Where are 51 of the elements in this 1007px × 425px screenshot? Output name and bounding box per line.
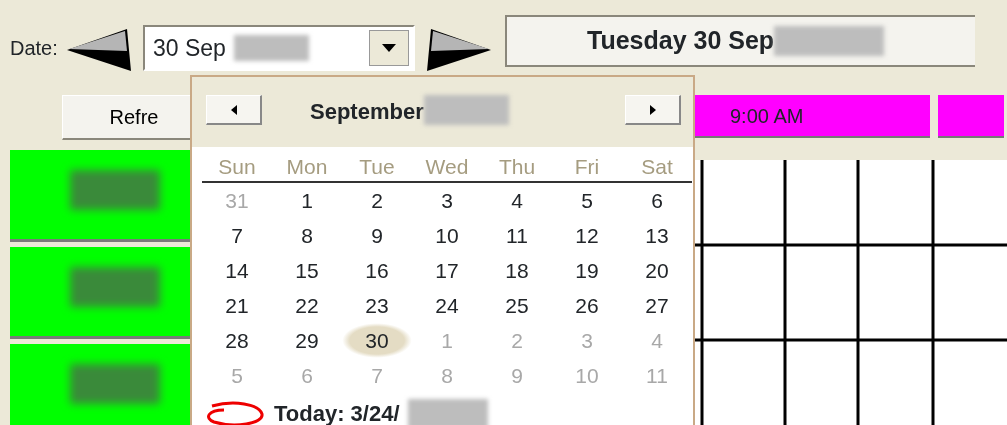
resource-row[interactable] <box>10 150 192 242</box>
calendar-day[interactable]: 18 <box>482 253 552 288</box>
day-header: Tuesday 30 Sep <box>505 15 975 67</box>
date-label: Date: <box>10 36 59 61</box>
weekday-label: Thu <box>482 151 552 183</box>
calendar-day[interactable]: 15 <box>272 253 342 288</box>
previous-month-button[interactable] <box>206 95 262 125</box>
calendar-day[interactable]: 13 <box>622 218 692 253</box>
calendar-day[interactable]: 22 <box>272 288 342 323</box>
calendar-day[interactable]: 4 <box>482 183 552 218</box>
weekday-label: Wed <box>412 151 482 183</box>
calendar-day[interactable]: 27 <box>622 288 692 323</box>
calendar-day[interactable]: 10 <box>412 218 482 253</box>
weekday-label: Mon <box>272 151 342 183</box>
resource-row[interactable] <box>10 247 192 339</box>
calendar-day[interactable]: 9 <box>342 218 412 253</box>
calendar-day[interactable]: 5 <box>552 183 622 218</box>
weekday-label: Sat <box>622 151 692 183</box>
calendar-day[interactable]: 20 <box>622 253 692 288</box>
weekday-label: Fri <box>552 151 622 183</box>
calendar-day[interactable]: 17 <box>412 253 482 288</box>
calendar-day[interactable]: 25 <box>482 288 552 323</box>
calendar-day[interactable]: 14 <box>202 253 272 288</box>
calendar-day[interactable]: 24 <box>412 288 482 323</box>
next-month-button[interactable] <box>625 95 681 125</box>
calendar-day[interactable]: 29 <box>272 323 342 358</box>
calendar-day[interactable]: 21 <box>202 288 272 323</box>
resource-row[interactable] <box>10 344 192 425</box>
calendar-day[interactable]: 23 <box>342 288 412 323</box>
right-triangle-icon <box>649 104 656 115</box>
calendar-day[interactable]: 3 <box>412 183 482 218</box>
calendar-day[interactable]: 28 <box>202 323 272 358</box>
left-triangle-icon <box>230 104 237 115</box>
calendar-day[interactable]: 26 <box>552 288 622 323</box>
dropdown-button[interactable] <box>369 30 409 66</box>
calendar-day[interactable]: 1 <box>272 183 342 218</box>
calendar-day[interactable]: 12 <box>552 218 622 253</box>
calendar-day[interactable]: 16 <box>342 253 412 288</box>
date-combo-field[interactable]: 30 Sep <box>143 25 415 71</box>
caret-icon <box>382 44 396 52</box>
weekday-label: Tue <box>342 151 412 183</box>
calendar-day[interactable]: 8 <box>272 218 342 253</box>
calendar-day[interactable]: 6 <box>622 183 692 218</box>
weekday-label: Sun <box>202 151 272 183</box>
calendar-day[interactable]: 2 <box>342 183 412 218</box>
today-label[interactable]: Today: 3/24/ <box>274 397 400 425</box>
calendar-day[interactable]: 7 <box>202 218 272 253</box>
calendar-day[interactable]: 19 <box>552 253 622 288</box>
month-title: September <box>310 98 424 126</box>
calendar-day[interactable]: 30 <box>342 323 412 358</box>
calendar-day[interactable]: 11 <box>482 218 552 253</box>
